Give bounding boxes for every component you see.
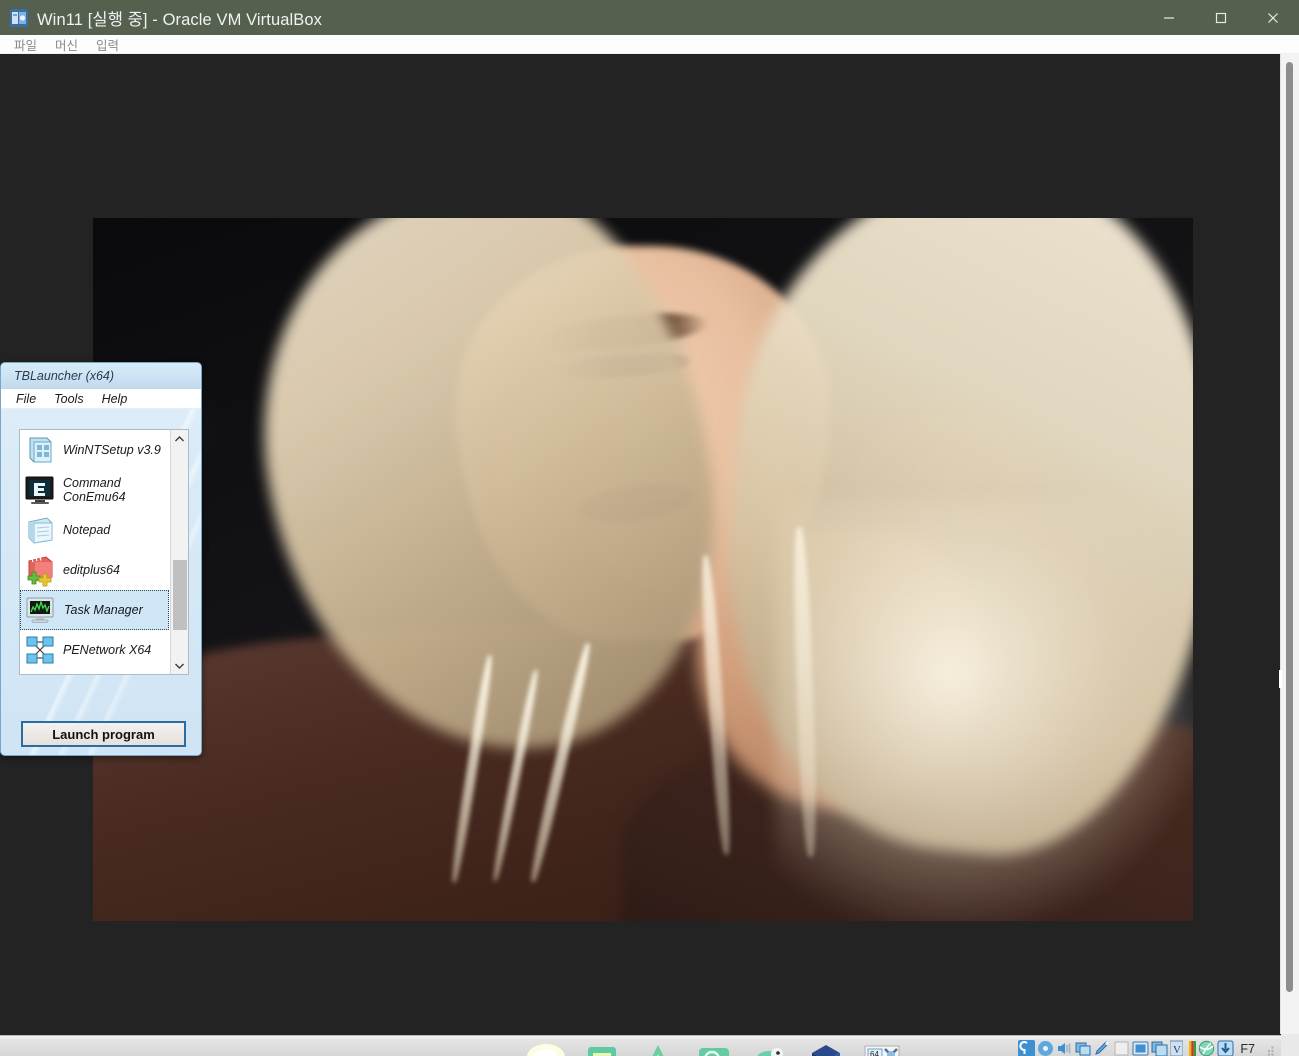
vm-viewport[interactable]: TBLauncher (x64) File Tools Help WinNTSe… <box>0 54 1281 1056</box>
host-window-title: Win11 [실행 중] - Oracle VM VirtualBox <box>37 10 323 29</box>
program-list[interactable]: WinNTSetup v3.9 Command ConEmu64 Notepad… <box>19 429 189 675</box>
desktop-wallpaper-photo <box>93 218 1193 921</box>
tblauncher-title: TBLauncher (x64) <box>14 369 115 383</box>
tbl-menu-tools[interactable]: Tools <box>45 392 92 406</box>
host-menubar: 파일 머신 입력 <box>0 35 1299 54</box>
svg-text:64: 64 <box>870 1050 879 1056</box>
list-item[interactable]: PENetwork X64 <box>20 630 170 670</box>
text-cursor-icon <box>1276 670 1285 688</box>
vm-desktop[interactable]: TBLauncher (x64) File Tools Help WinNTSe… <box>0 54 1281 1035</box>
svg-text:V: V <box>1173 1044 1181 1056</box>
program-list-scrollbar[interactable] <box>170 430 188 674</box>
tray-icon-disc[interactable] <box>1037 1040 1054 1056</box>
list-item[interactable]: editplus64 <box>20 550 170 590</box>
tray-icon-blank[interactable] <box>1113 1040 1130 1056</box>
taskbar-quick-launch: 64 <box>525 1040 903 1056</box>
list-item-label: Task Manager <box>64 603 143 617</box>
virtualbox-icon <box>10 8 28 27</box>
tblauncher-body: WinNTSetup v3.9 Command ConEmu64 Notepad… <box>1 409 201 755</box>
tray-icon-globe[interactable] <box>1198 1040 1215 1056</box>
host-vertical-scrollbar[interactable] <box>1280 54 1299 1034</box>
tray-icon-v[interactable]: V <box>1169 1040 1187 1056</box>
list-item-label: Notepad <box>63 523 111 537</box>
program-list-items: WinNTSetup v3.9 Command ConEmu64 Notepad… <box>20 430 170 670</box>
menu-file[interactable]: 파일 <box>6 35 45 54</box>
list-item-label: editplus64 <box>63 563 120 577</box>
taskbar-icon-5[interactable] <box>749 1040 791 1056</box>
tray-icon-search[interactable] <box>1018 1040 1036 1056</box>
taskbar-icon-6[interactable] <box>805 1040 847 1056</box>
tray-icon-windows[interactable] <box>1075 1040 1092 1056</box>
host-titlebar: Win11 [실행 중] - Oracle VM VirtualBox <box>0 0 1299 35</box>
list-item[interactable]: Command ConEmu64 <box>20 470 170 510</box>
tbl-menu-file[interactable]: File <box>7 392 45 406</box>
resize-grip-icon[interactable] <box>1265 1042 1275 1056</box>
task-manager-icon <box>24 593 58 627</box>
tbl-menu-help[interactable]: Help <box>93 392 137 406</box>
tray-icon-download[interactable] <box>1217 1040 1234 1056</box>
system-tray: V F7 <box>1018 1037 1275 1056</box>
taskbar-icon-4[interactable] <box>693 1040 735 1056</box>
scrollbar-thumb[interactable] <box>173 560 187 630</box>
tblauncher-titlebar: TBLauncher (x64) <box>1 363 201 389</box>
tray-icon-pen[interactable] <box>1094 1040 1111 1056</box>
launch-program-button[interactable]: Launch program <box>21 721 186 747</box>
list-item-label: WinNTSetup v3.9 <box>63 443 161 457</box>
chevron-down-icon[interactable] <box>171 657 188 674</box>
tray-label-f7: F7 <box>1240 1042 1255 1056</box>
tray-icon-color-bar <box>1189 1040 1197 1056</box>
list-item-label: Command ConEmu64 <box>63 476 126 504</box>
tray-icon-volume[interactable] <box>1056 1040 1073 1056</box>
screen-root: Win11 [실행 중] - Oracle VM VirtualBox 파일 머… <box>0 0 1299 1056</box>
host-scrollbar-thumb[interactable] <box>1286 62 1293 992</box>
taskbar-icon-3[interactable] <box>637 1040 679 1056</box>
chevron-up-icon[interactable] <box>171 430 188 447</box>
vm-taskbar[interactable]: 64 V F7 <box>0 1035 1281 1056</box>
editplus-icon <box>23 553 57 587</box>
close-button[interactable] <box>1247 0 1299 35</box>
tblauncher-menubar: File Tools Help <box>1 389 201 409</box>
menu-input[interactable]: 입력 <box>88 35 127 54</box>
minimize-button[interactable] <box>1143 0 1195 35</box>
list-item-label: PENetwork X64 <box>63 643 152 657</box>
taskbar-icon-2[interactable] <box>581 1040 623 1056</box>
notepad-icon <box>23 513 57 547</box>
taskbar-icon-7[interactable]: 64 <box>861 1040 903 1056</box>
window-controls <box>1143 0 1299 35</box>
winntsetup-icon <box>23 433 57 467</box>
penetwork-icon <box>23 633 57 667</box>
list-item[interactable]: Notepad <box>20 510 170 550</box>
menu-machine[interactable]: 머신 <box>47 35 86 54</box>
taskbar-icon-1[interactable] <box>525 1040 567 1056</box>
tray-icon-display[interactable] <box>1132 1040 1149 1056</box>
maximize-button[interactable] <box>1195 0 1247 35</box>
tblauncher-window[interactable]: TBLauncher (x64) File Tools Help WinNTSe… <box>0 362 202 756</box>
list-item-selected[interactable]: Task Manager <box>20 590 169 630</box>
scrollbar-corner <box>1281 1034 1299 1056</box>
conemu-icon <box>23 473 57 507</box>
list-item[interactable]: WinNTSetup v3.9 <box>20 430 170 470</box>
tray-icon-copy[interactable] <box>1151 1040 1168 1056</box>
